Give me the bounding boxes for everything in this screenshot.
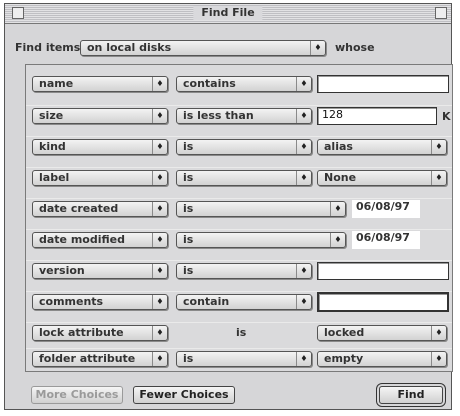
up-down-arrows-icon: ♦ bbox=[431, 171, 446, 185]
up-down-arrows-icon: ♦ bbox=[296, 295, 311, 309]
up-down-arrows-icon: ♦ bbox=[296, 140, 311, 154]
up-down-arrows-icon: ♦ bbox=[330, 233, 345, 247]
label-value-popup[interactable]: None ♦ bbox=[317, 170, 447, 186]
up-down-arrows-icon: ♦ bbox=[431, 326, 446, 340]
up-down-arrows-icon: ♦ bbox=[152, 295, 167, 309]
up-down-arrows-icon: ♦ bbox=[152, 171, 167, 185]
size-unit-label: K bbox=[442, 110, 451, 123]
up-down-arrows-icon: ♦ bbox=[152, 326, 167, 340]
up-down-arrows-icon: ♦ bbox=[152, 109, 167, 123]
operator-popup[interactable]: is ♦ bbox=[176, 201, 346, 217]
operator-popup[interactable]: is ♦ bbox=[176, 170, 312, 186]
criteria-row: date modified ♦ is ♦ 06/08/97 bbox=[26, 229, 452, 252]
attribute-popup[interactable]: comments ♦ bbox=[32, 294, 168, 310]
up-down-arrows-icon: ♦ bbox=[330, 202, 345, 216]
attribute-popup[interactable]: version ♦ bbox=[32, 263, 168, 279]
location-popup-value: on local disks bbox=[87, 41, 172, 54]
size-field[interactable]: 128 bbox=[317, 107, 437, 125]
operator-popup[interactable]: contains ♦ bbox=[176, 76, 312, 92]
attribute-popup[interactable]: folder attribute ♦ bbox=[32, 351, 168, 367]
criteria-row: version ♦ is ♦ bbox=[26, 260, 452, 283]
date-created-field[interactable]: 06/08/97 bbox=[352, 200, 420, 218]
date-modified-field[interactable]: 06/08/97 bbox=[352, 231, 420, 249]
collapse-box-icon[interactable] bbox=[435, 7, 447, 19]
operator-popup[interactable]: is less than ♦ bbox=[176, 108, 312, 124]
fewer-choices-button[interactable]: Fewer Choices bbox=[133, 386, 235, 404]
up-down-arrows-icon: ♦ bbox=[152, 264, 167, 278]
criteria-row: name ♦ contains ♦ bbox=[26, 74, 452, 96]
operator-popup[interactable]: is ♦ bbox=[176, 263, 312, 279]
attribute-popup[interactable]: lock attribute ♦ bbox=[32, 325, 168, 341]
operator-popup[interactable]: is ♦ bbox=[176, 351, 312, 367]
comments-field[interactable] bbox=[317, 292, 449, 312]
up-down-arrows-icon: ♦ bbox=[152, 233, 167, 247]
criteria-row: comments ♦ contain ♦ bbox=[26, 291, 452, 314]
criteria-row: date created ♦ is ♦ 06/08/97 bbox=[26, 198, 452, 221]
window-title: Find File bbox=[193, 6, 263, 20]
operator-popup[interactable]: contain ♦ bbox=[176, 294, 312, 310]
kind-value-popup[interactable]: alias ♦ bbox=[317, 139, 447, 155]
attribute-popup[interactable]: name ♦ bbox=[32, 76, 168, 92]
find-items-label: Find items bbox=[15, 41, 81, 54]
attribute-popup[interactable]: size ♦ bbox=[32, 108, 168, 124]
attribute-popup[interactable]: date modified ♦ bbox=[32, 232, 168, 248]
criteria-row: folder attribute ♦ is ♦ empty ♦ bbox=[26, 348, 452, 371]
up-down-arrows-icon: ♦ bbox=[152, 352, 167, 366]
up-down-arrows-icon: ♦ bbox=[431, 352, 446, 366]
up-down-arrows-icon: ♦ bbox=[296, 264, 311, 278]
folder-value-popup[interactable]: empty ♦ bbox=[317, 351, 447, 367]
lock-value-popup[interactable]: locked ♦ bbox=[317, 325, 447, 341]
criteria-row: size ♦ is less than ♦ 128 K bbox=[26, 105, 452, 128]
close-box-icon[interactable] bbox=[12, 7, 24, 19]
find-file-window: Find File Find items on local disks ♦ wh… bbox=[4, 3, 453, 410]
up-down-arrows-icon: ♦ bbox=[152, 77, 167, 91]
find-button[interactable]: Find bbox=[379, 386, 443, 404]
up-down-arrows-icon: ♦ bbox=[431, 140, 446, 154]
up-down-arrows-icon: ♦ bbox=[296, 109, 311, 123]
whose-label: whose bbox=[335, 41, 375, 54]
operator-popup[interactable]: is ♦ bbox=[176, 232, 346, 248]
location-popup[interactable]: on local disks ♦ bbox=[80, 40, 326, 56]
attribute-popup[interactable]: kind ♦ bbox=[32, 139, 168, 155]
operator-popup[interactable]: is ♦ bbox=[176, 139, 312, 155]
up-down-arrows-icon: ♦ bbox=[296, 77, 311, 91]
title-bar[interactable]: Find File bbox=[5, 4, 451, 24]
up-down-arrows-icon: ♦ bbox=[296, 352, 311, 366]
criteria-row: lock attribute ♦ is locked ♦ bbox=[26, 322, 452, 345]
up-down-arrows-icon: ♦ bbox=[152, 140, 167, 154]
criteria-row: label ♦ is ♦ None ♦ bbox=[26, 167, 452, 190]
up-down-arrows-icon: ♦ bbox=[296, 171, 311, 185]
criteria-row: kind ♦ is ♦ alias ♦ bbox=[26, 136, 452, 159]
attribute-popup[interactable]: date created ♦ bbox=[32, 201, 168, 217]
criteria-list: name ♦ contains ♦ size ♦ is less than ♦ 128 … bbox=[25, 64, 453, 372]
up-down-arrows-icon: ♦ bbox=[310, 41, 325, 55]
operator-label: is bbox=[236, 326, 247, 339]
attribute-popup[interactable]: label ♦ bbox=[32, 170, 168, 186]
name-field[interactable] bbox=[317, 75, 449, 93]
version-field[interactable] bbox=[317, 262, 449, 280]
more-choices-button[interactable]: More Choices bbox=[31, 386, 123, 404]
up-down-arrows-icon: ♦ bbox=[152, 202, 167, 216]
